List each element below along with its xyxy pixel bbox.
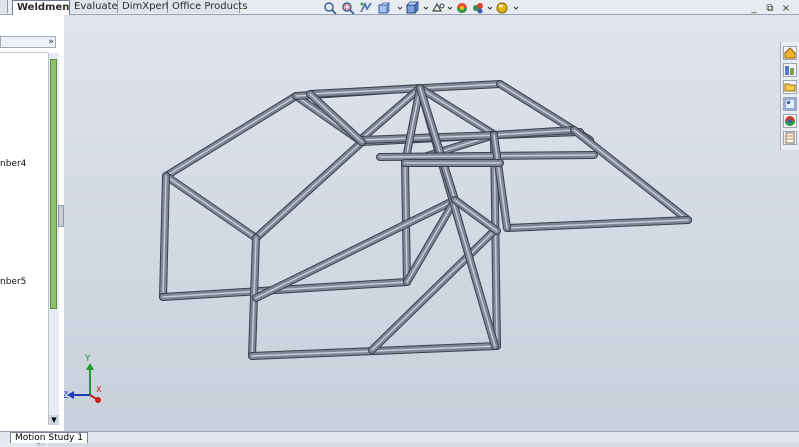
status-bar: Motion Study 1 xyxy=(0,431,799,443)
tab-evaluate[interactable]: Evaluate xyxy=(70,0,118,13)
triad-x-label: X xyxy=(96,385,102,394)
scroll-down-icon[interactable]: ▼ xyxy=(49,415,59,425)
panel-divider xyxy=(0,52,48,53)
triad-y-label: Y xyxy=(84,354,91,364)
close-button[interactable]: × xyxy=(780,3,792,14)
scrollbar-thumb[interactable] xyxy=(50,59,57,309)
apply-scene-icon[interactable] xyxy=(495,1,509,15)
collapse-panel-button[interactable]: » xyxy=(45,37,57,49)
file-explorer-icon[interactable] xyxy=(783,80,797,94)
section-view-icon[interactable] xyxy=(377,1,391,15)
tree-item-member4[interactable]: nber4 xyxy=(0,159,26,169)
view-orientation-icon[interactable] xyxy=(405,1,419,15)
minimize-button[interactable]: _ xyxy=(748,3,760,14)
chevron-down-icon[interactable] xyxy=(511,1,525,15)
panel-vertical-scrollbar[interactable]: ▼ xyxy=(48,53,59,425)
restore-button[interactable]: ⧉ xyxy=(764,3,776,14)
panel-header: » xyxy=(0,36,56,48)
task-pane-tabs xyxy=(780,42,799,150)
tab-motion-study-1[interactable]: Motion Study 1 xyxy=(10,432,88,443)
graphics-viewport[interactable]: Y Z X xyxy=(64,15,799,435)
tab-overflow-left[interactable] xyxy=(0,0,8,13)
tree-item-member5[interactable]: nber5 xyxy=(0,277,26,287)
tab-weldments[interactable]: Weldments xyxy=(12,0,80,15)
display-style-icon[interactable] xyxy=(431,1,445,15)
solidworks-resources-icon[interactable] xyxy=(783,46,797,60)
zoom-to-fit-icon[interactable] xyxy=(323,1,337,15)
edit-appearance-icon[interactable] xyxy=(471,1,485,15)
tab-dimxpert[interactable]: DimXpert xyxy=(118,0,170,13)
hide-show-items-icon[interactable] xyxy=(455,1,469,15)
custom-properties-icon[interactable] xyxy=(783,131,797,145)
view-palette-icon[interactable] xyxy=(783,97,797,111)
weldment-frame-model[interactable]: Y Z X xyxy=(64,15,799,435)
tab-office-products[interactable]: Office Products xyxy=(168,0,248,13)
appearances-icon[interactable] xyxy=(783,114,797,128)
triad-z-label: Z xyxy=(64,391,68,401)
design-library-icon[interactable] xyxy=(783,63,797,77)
previous-view-icon[interactable] xyxy=(359,1,373,15)
zoom-to-area-icon[interactable] xyxy=(341,1,355,15)
feature-manager-panel: » nber4 nber5 ▼ ▶ xyxy=(0,15,65,447)
